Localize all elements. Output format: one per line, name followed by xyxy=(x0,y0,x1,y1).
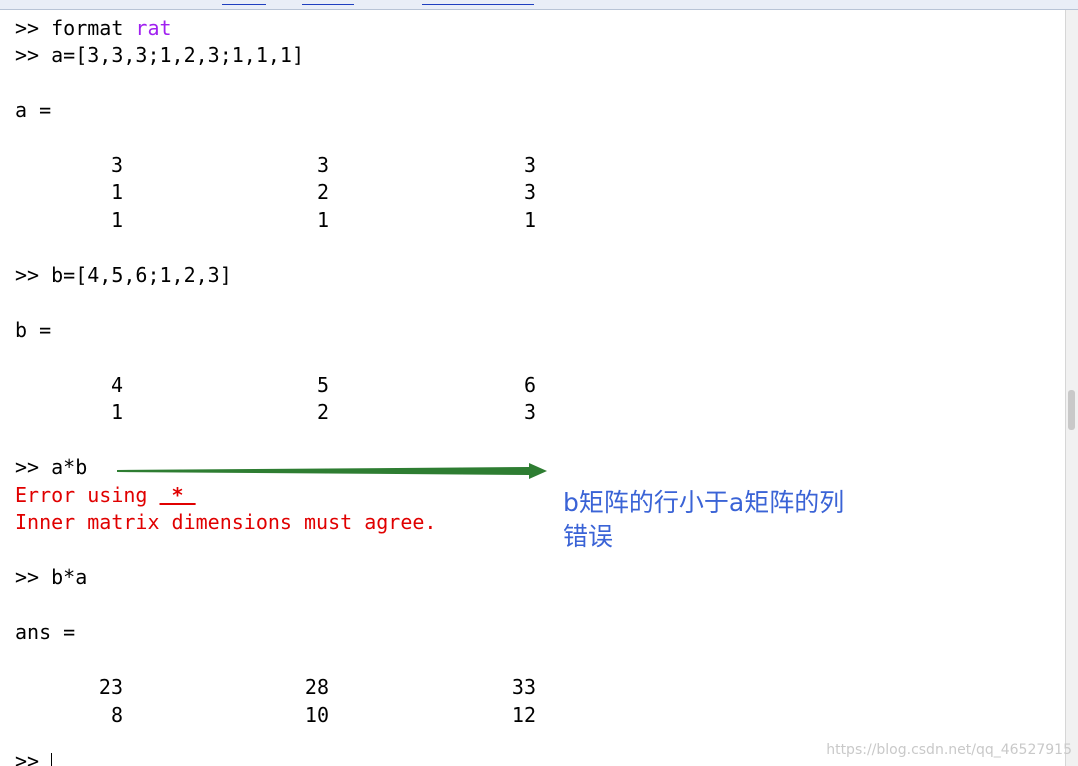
toolbar-link-2[interactable] xyxy=(302,0,354,5)
command-line: >> b=[4,5,6;1,2,3] xyxy=(15,262,232,289)
prompt: >> xyxy=(15,263,52,287)
command-text: format xyxy=(51,16,136,40)
text-cursor xyxy=(51,752,53,766)
console-output[interactable]: >> format rat >> a=[3,3,3;1,2,3;1,1,1] a… xyxy=(0,10,1066,766)
output-label-b: b = xyxy=(15,318,52,342)
toolbar-link-3[interactable] xyxy=(422,0,534,5)
arrow-right-icon xyxy=(117,463,547,479)
matrix-cell: 3 xyxy=(316,153,329,177)
error-prefix: Error using xyxy=(15,483,160,507)
matrix-cell: 10 xyxy=(304,703,329,727)
matrix-cell: 1 xyxy=(110,208,123,232)
command-line: >> b*a xyxy=(15,564,87,591)
matrix-cell: 12 xyxy=(511,703,536,727)
error-message: Inner matrix dimensions must agree. xyxy=(15,510,437,534)
matrix-cell: 23 xyxy=(98,675,123,699)
scrollbar-thumb[interactable] xyxy=(1068,390,1075,430)
prompt: >> xyxy=(15,565,52,589)
command-text: b*a xyxy=(51,565,88,589)
matrix-cell: 3 xyxy=(110,153,123,177)
matrix-cell: 1 xyxy=(523,208,536,232)
command-text: a=[3,3,3;1,2,3;1,1,1] xyxy=(51,43,304,67)
vertical-scrollbar[interactable] xyxy=(1065,10,1078,766)
prompt: >> xyxy=(15,749,52,766)
output-label-ans: ans = xyxy=(15,620,76,644)
toolbar-link-1[interactable] xyxy=(222,0,266,5)
keyword-text: rat xyxy=(135,16,172,40)
matrix-cell: 33 xyxy=(511,675,536,699)
matrix-cell: 28 xyxy=(304,675,329,699)
command-line: >> a*b xyxy=(15,454,87,481)
prompt: >> xyxy=(15,16,52,40)
matrix-cell: 3 xyxy=(523,153,536,177)
matrix-cell: 3 xyxy=(523,180,536,204)
command-line: >> format rat xyxy=(15,15,172,42)
command-text: a*b xyxy=(51,455,88,479)
prompt: >> xyxy=(15,455,52,479)
matrix-cell: 2 xyxy=(316,400,329,424)
error-function-link[interactable]: * xyxy=(160,483,196,507)
matrix-cell: 1 xyxy=(110,180,123,204)
command-line: >> a=[3,3,3;1,2,3;1,1,1] xyxy=(15,42,304,69)
matrix-cell: 1 xyxy=(110,400,123,424)
matrix-cell: 8 xyxy=(110,703,123,727)
matrix-cell: 6 xyxy=(523,373,536,397)
matrix-cell: 2 xyxy=(316,180,329,204)
prompt: >> xyxy=(15,43,52,67)
watermark: https://blog.csdn.net/qq_46527915 xyxy=(826,742,1072,758)
output-label-a: a = xyxy=(15,98,52,122)
matrix-cell: 5 xyxy=(316,373,329,397)
annotation-note: b矩阵的行小于a矩阵的列 错误 xyxy=(563,488,845,551)
toolbar-strip xyxy=(0,0,1078,10)
error-line: Error using * xyxy=(15,482,196,509)
command-text: b=[4,5,6;1,2,3] xyxy=(51,263,232,287)
matrix-cell: 1 xyxy=(316,208,329,232)
matlab-command-window: >> format rat >> a=[3,3,3;1,2,3;1,1,1] a… xyxy=(0,0,1078,766)
command-line-active[interactable]: >> xyxy=(15,748,53,766)
matrix-cell: 4 xyxy=(110,373,123,397)
matrix-cell: 3 xyxy=(523,400,536,424)
